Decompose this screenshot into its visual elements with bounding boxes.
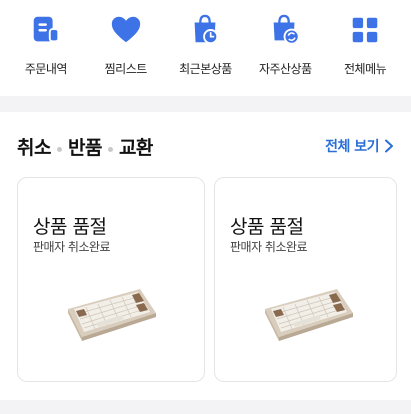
chevron-right-icon [385, 139, 393, 153]
shortcut-all-menu[interactable]: 전체메뉴 [325, 0, 405, 96]
shortcut-order-list[interactable]: 주문내역 [6, 0, 86, 96]
shortcut-label: 전체메뉴 [344, 62, 387, 76]
keyboard-thumbnail [265, 289, 353, 341]
section-divider [0, 96, 411, 112]
see-all-link[interactable]: 전체 보기 [325, 136, 394, 156]
shortcut-label: 찜리스트 [104, 62, 148, 76]
section-title: 취소 반품 교환 [17, 133, 153, 160]
order-card-list: 상품 품절 판매자 취소완료 상품 품절 판매자 취소완료 [17, 177, 397, 382]
section-divider [0, 400, 411, 414]
repurchase-bag-icon [267, 12, 303, 48]
cancel-return-exchange-section: 취소 반품 교환 전체 보기 상품 품절 판매자 취소완료 상품 품절 판매자 … [0, 112, 411, 400]
recent-bag-icon [187, 12, 223, 48]
shortcut-label: 주문내역 [24, 62, 68, 76]
heart-icon [108, 12, 144, 48]
order-card[interactable]: 상품 품절 판매자 취소완료 [17, 177, 205, 382]
title-separator-dot [56, 146, 62, 152]
shortcut-bar: 주문내역 찜리스트 최근본상품 자주산상품 전체메뉴 [0, 0, 411, 96]
card-status: 상품 품절 [33, 216, 107, 238]
order-card[interactable]: 상품 품절 판매자 취소완료 [214, 177, 397, 382]
title-return: 반품 [67, 136, 102, 159]
title-exchange: 교환 [118, 136, 153, 159]
title-cancel: 취소 [17, 136, 51, 159]
card-substatus: 판매자 취소완료 [230, 240, 308, 254]
shortcut-label: 자주산상품 [258, 62, 312, 76]
shortcut-recently-viewed[interactable]: 최근본상품 [166, 0, 246, 96]
card-substatus: 판매자 취소완료 [33, 240, 111, 254]
order-list-icon [28, 12, 64, 48]
title-separator-dot [107, 146, 113, 152]
section-header: 취소 반품 교환 전체 보기 [17, 132, 394, 160]
grid-menu-icon [347, 12, 383, 48]
see-all-label: 전체 보기 [325, 139, 379, 155]
card-status: 상품 품절 [230, 216, 304, 238]
shortcut-label: 최근본상품 [179, 62, 232, 76]
shortcut-wishlist[interactable]: 찜리스트 [86, 0, 166, 96]
shortcut-frequently-bought[interactable]: 자주산상품 [245, 0, 325, 96]
keyboard-thumbnail [68, 289, 156, 341]
